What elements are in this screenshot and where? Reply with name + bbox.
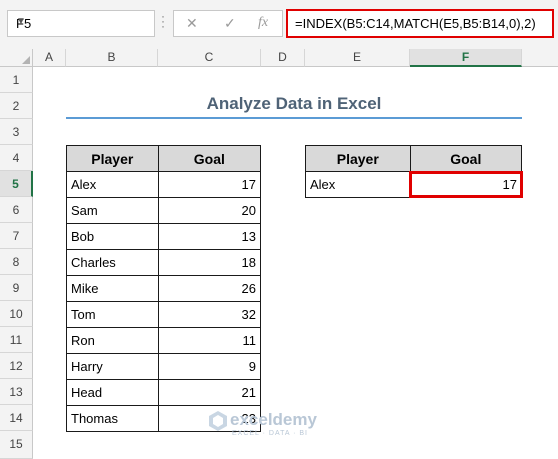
player-cell[interactable]: Head	[66, 379, 159, 406]
row-header-1[interactable]: 1	[0, 67, 33, 93]
formula-bar[interactable]: =INDEX(B5:C14,MATCH(E5,B5:B14,0),2)	[286, 9, 554, 38]
table-header-row: Player Goal	[66, 145, 262, 172]
chevron-down-icon[interactable]: ▼	[16, 16, 148, 27]
player-cell[interactable]: Charles	[66, 249, 159, 276]
table-row: Bob 13	[66, 223, 262, 250]
sheet-title[interactable]: Analyze Data in Excel	[66, 94, 522, 114]
select-all-corner[interactable]	[0, 49, 33, 67]
table-row: Mike 26	[66, 275, 262, 302]
header-goal[interactable]: Goal	[157, 145, 262, 172]
lookup-player-cell[interactable]: Alex	[305, 171, 411, 198]
insert-function-icon[interactable]: fx	[258, 15, 268, 31]
player-cell[interactable]: Thomas	[66, 405, 159, 432]
row-header-10[interactable]: 10	[0, 301, 33, 327]
column-header-f[interactable]: F	[410, 49, 522, 67]
formula-buttons: ✕ ✓ fx	[173, 10, 283, 37]
player-goal-table: Player Goal Alex 17 Sam 20 Bob 13 Charles 18…	[66, 145, 262, 432]
table-row: Sam 20	[66, 197, 262, 224]
column-header-d[interactable]: D	[261, 49, 305, 67]
goal-cell[interactable]: 20	[157, 197, 262, 224]
more-options-icon[interactable]: · · ·	[161, 10, 167, 32]
row-header-4[interactable]: 4	[0, 145, 33, 171]
player-cell[interactable]: Tom	[66, 301, 159, 328]
table-row: Head 21	[66, 379, 262, 406]
column-header-b[interactable]: B	[66, 49, 158, 67]
name-box[interactable]: F5 ▼	[7, 10, 155, 37]
lookup-header-player[interactable]: Player	[305, 145, 411, 172]
column-header-c[interactable]: C	[158, 49, 261, 67]
lookup-header-goal[interactable]: Goal	[409, 145, 523, 172]
row-header-12[interactable]: 12	[0, 353, 33, 379]
row-header-6[interactable]: 6	[0, 197, 33, 223]
enter-icon[interactable]: ✓	[224, 15, 236, 32]
row-header-9[interactable]: 9	[0, 275, 33, 301]
player-cell[interactable]: Alex	[66, 171, 159, 198]
player-cell[interactable]: Ron	[66, 327, 159, 354]
watermark-name: exceldemy	[230, 410, 317, 429]
row-header-8[interactable]: 8	[0, 249, 33, 275]
row-header-2[interactable]: 2	[0, 93, 33, 119]
column-header-e[interactable]: E	[305, 49, 410, 67]
goal-cell[interactable]: 21	[157, 379, 262, 406]
player-cell[interactable]: Mike	[66, 275, 159, 302]
player-cell[interactable]: Sam	[66, 197, 159, 224]
goal-cell[interactable]: 17	[157, 171, 262, 198]
column-header-a[interactable]: A	[33, 49, 66, 67]
lookup-header-row: Player Goal	[305, 145, 523, 172]
cancel-icon[interactable]: ✕	[186, 15, 198, 32]
player-cell[interactable]: Harry	[66, 353, 159, 380]
header-player[interactable]: Player	[66, 145, 159, 172]
exceldemy-logo-icon	[209, 411, 227, 431]
goal-cell[interactable]: 11	[157, 327, 262, 354]
goal-cell[interactable]: 13	[157, 223, 262, 250]
row-header-14[interactable]: 14	[0, 405, 33, 431]
goal-cell[interactable]: 9	[157, 353, 262, 380]
goal-cell[interactable]: 26	[157, 275, 262, 302]
table-row: Alex 17	[66, 171, 262, 198]
goal-cell[interactable]: 18	[157, 249, 262, 276]
row-header-15[interactable]: 15	[0, 431, 33, 459]
active-cell-highlight	[409, 171, 523, 198]
table-row: Tom 32	[66, 301, 262, 328]
column-header-filler	[522, 49, 558, 67]
table-row: Ron 11	[66, 327, 262, 354]
row-header-3[interactable]: 3	[0, 119, 33, 145]
exceldemy-watermark: exceldemy EXCEL · DATA · BI	[208, 410, 317, 437]
row-header-7[interactable]: 7	[0, 223, 33, 249]
formula-toolbar: F5 ▼ · · · ✕ ✓ fx =INDEX(B5:C14,MATCH(E5,B…	[0, 0, 558, 49]
table-row: Harry 9	[66, 353, 262, 380]
row-header-11[interactable]: 11	[0, 327, 33, 353]
table-row: Charles 18	[66, 249, 262, 276]
player-cell[interactable]: Bob	[66, 223, 159, 250]
goal-cell[interactable]: 32	[157, 301, 262, 328]
formula-text: =INDEX(B5:C14,MATCH(E5,B5:B14,0),2)	[295, 16, 536, 31]
row-header-13[interactable]: 13	[0, 379, 33, 405]
watermark-tagline: EXCEL · DATA · BI	[232, 430, 308, 437]
row-header-5[interactable]: 5	[0, 171, 33, 197]
title-underline	[66, 117, 522, 119]
